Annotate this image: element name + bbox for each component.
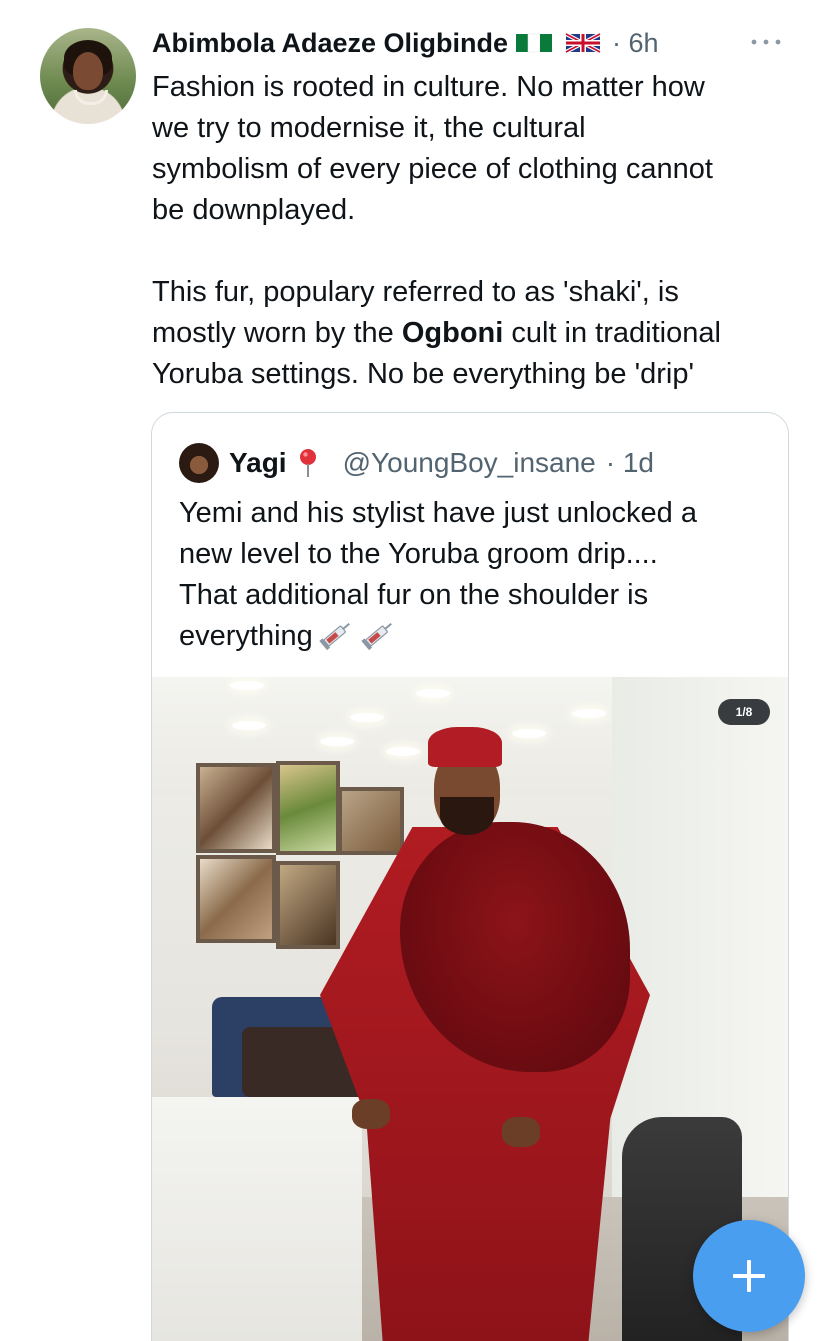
post-text-line: be downplayed. [152, 194, 356, 226]
quoted-author-name: Yagi [229, 447, 287, 478]
wall-art [276, 761, 340, 855]
photo-fila-cap [428, 727, 502, 767]
author-avatar[interactable] [40, 28, 136, 124]
quoted-post-text: Yemi and his stylist have just unlocked … [179, 493, 779, 657]
quoted-text-line: Yemi and his stylist have just unlocked … [179, 497, 697, 529]
uk-flag-icon [564, 32, 604, 54]
ceiling-light [230, 681, 264, 690]
post-text-segment: cult in traditional [503, 317, 721, 349]
timeline-page: Abimbola Adaeze Oligbinde · 6h Fashion i… [0, 0, 828, 1341]
media-slide-counter: 1/8 [718, 699, 770, 725]
ceiling-light [350, 713, 384, 722]
photo-hand [502, 1117, 540, 1147]
post-text: Fashion is rooted in culture. No matter … [152, 67, 802, 395]
round-pushpin-icon [297, 448, 319, 478]
post-timestamp[interactable]: · 6h [612, 24, 659, 62]
avatar-face [73, 52, 103, 90]
avatar-necklace [74, 90, 108, 105]
author-name[interactable]: Abimbola Adaeze Oligbinde [152, 24, 508, 62]
ceiling-light [572, 709, 606, 718]
post-text-line: This fur, populary referred to as 'shaki… [152, 276, 679, 308]
plus-icon [733, 1260, 765, 1292]
compose-fab-button[interactable] [693, 1220, 805, 1332]
quoted-text-line: That additional fur on the shoulder is [179, 579, 649, 611]
post-text-line: Fashion is rooted in culture. No matter … [152, 71, 705, 103]
wall-art [338, 787, 404, 855]
quoted-author-handle: @YoungBoy_insane [342, 447, 596, 478]
quoted-text-line: everything [179, 616, 779, 657]
syringe-icon [319, 617, 355, 651]
quoted-post-card[interactable]: Yagi @YoungBoy_insane · 1d Yemi and his … [151, 412, 789, 1341]
ceiling-light [232, 721, 266, 730]
wall-art [196, 855, 276, 943]
ceiling-light [416, 689, 450, 698]
syringe-icon [361, 617, 397, 651]
post-text-line: we try to modernise it, the cultural [152, 112, 586, 144]
quoted-text-line: new level to the Yoruba groom drip.... [179, 538, 658, 570]
quoted-text-segment: everything [179, 620, 313, 652]
quoted-post-header: Yagi @YoungBoy_insane · 1d [179, 443, 654, 483]
photo-hand [352, 1099, 390, 1129]
more-horizontal-icon[interactable] [746, 30, 786, 54]
ceiling-light [320, 737, 354, 746]
photo-beard [440, 797, 494, 835]
wall-art [196, 763, 276, 853]
wall-art [276, 861, 340, 949]
nigeria-flag-icon [516, 32, 556, 54]
post-text-line: mostly worn by the Ogboni cult in tradit… [152, 313, 802, 354]
post-text-line: Yoruba settings. No be everything be 'dr… [152, 358, 695, 390]
post-text-segment: mostly worn by the [152, 317, 402, 349]
post-header: Abimbola Adaeze Oligbinde · 6h [152, 24, 659, 62]
quoted-post-photo[interactable]: 1/8 [152, 677, 788, 1341]
ceiling-light [512, 729, 546, 738]
post-text-bold: Ogboni [401, 317, 504, 349]
quoted-post-timestamp: · 1d [605, 447, 654, 478]
post-text-line: symbolism of every piece of clothing can… [152, 153, 713, 185]
photo-counter [152, 1097, 362, 1341]
quoted-author-avatar [179, 443, 219, 483]
ceiling-light [386, 747, 420, 756]
